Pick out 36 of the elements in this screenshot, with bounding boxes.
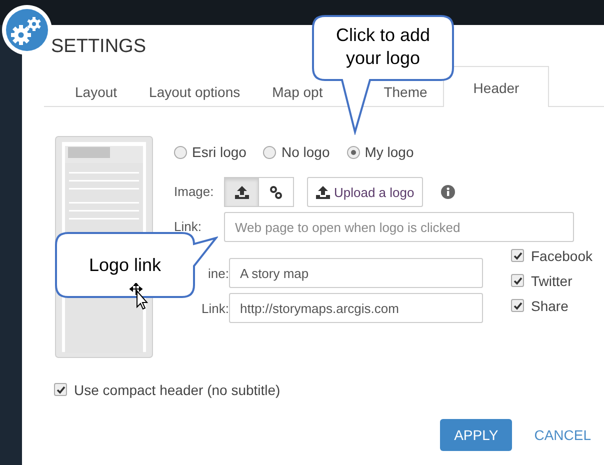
- share-checkbox[interactable]: Share: [511, 296, 592, 315]
- tab[interactable]: Map opt: [256, 82, 336, 106]
- logo-link-field[interactable]: Web page to open when logo is clicked: [224, 212, 574, 242]
- tab[interactable]: Header: [443, 66, 550, 107]
- checkmark-icon: [512, 250, 522, 260]
- link-label: Link:: [200, 300, 229, 316]
- tagline-link-field[interactable]: http://storymaps.arcgis.com: [229, 293, 483, 323]
- tagline-label: ine:: [207, 266, 229, 280]
- tab[interactable]: Theme: [368, 82, 444, 106]
- upload-icon: [316, 186, 330, 198]
- checkmark-icon: [512, 300, 522, 310]
- link-icon: [270, 186, 282, 198]
- move-cursor-icon: [129, 283, 149, 311]
- image-label: Image:: [174, 185, 215, 199]
- compact-header-checkbox[interactable]: Use compact header (no subtitle): [54, 380, 280, 399]
- tab[interactable]: Layout: [59, 82, 134, 106]
- upload-icon: [234, 186, 248, 198]
- share-checkbox[interactable]: Facebook: [511, 246, 592, 265]
- share-checkbox[interactable]: Twitter: [511, 271, 592, 290]
- logo-radio[interactable]: Esri logo: [174, 144, 246, 160]
- apply-button[interactable]: APPLY: [440, 419, 512, 451]
- info-icon[interactable]: [441, 185, 456, 199]
- tab[interactable]: Layout options: [133, 82, 256, 106]
- link-toggle[interactable]: [259, 177, 294, 207]
- logo-radio[interactable]: My logo: [346, 144, 414, 160]
- dialog-title: SETTINGS: [51, 35, 146, 59]
- callout-text: Logo link: [88, 254, 162, 277]
- checkmark-icon: [512, 276, 522, 286]
- upload-logo-button[interactable]: Upload a logo: [307, 177, 424, 207]
- cancel-button[interactable]: CANCEL: [534, 427, 591, 443]
- logo-radio[interactable]: No logo: [263, 144, 330, 160]
- callout-text: Click to add your logo: [334, 24, 432, 70]
- upload-toggle[interactable]: [224, 177, 259, 207]
- tagline-field[interactable]: A story map: [229, 258, 483, 288]
- link-label: Link:: [174, 220, 202, 234]
- checkmark-icon: [56, 384, 66, 394]
